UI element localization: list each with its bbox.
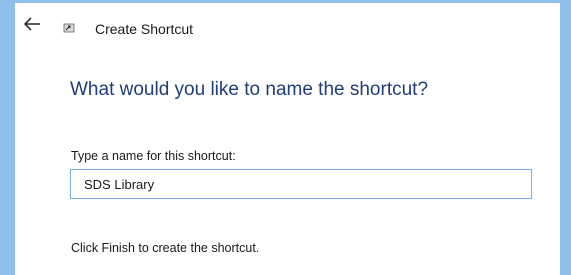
shortcut-name-label: Type a name for this shortcut:	[71, 149, 236, 163]
shortcut-icon	[63, 23, 75, 33]
title-bar: Create Shortcut	[15, 3, 560, 47]
create-shortcut-dialog: Create Shortcut What would you like to n…	[15, 3, 560, 275]
back-arrow-icon	[19, 11, 45, 37]
back-button[interactable]	[19, 11, 45, 37]
page-heading: What would you like to name the shortcut…	[70, 79, 429, 100]
shortcut-name-input[interactable]	[70, 169, 532, 199]
window-title: Create Shortcut	[95, 21, 194, 37]
instruction-text: Click Finish to create the shortcut.	[71, 241, 260, 255]
